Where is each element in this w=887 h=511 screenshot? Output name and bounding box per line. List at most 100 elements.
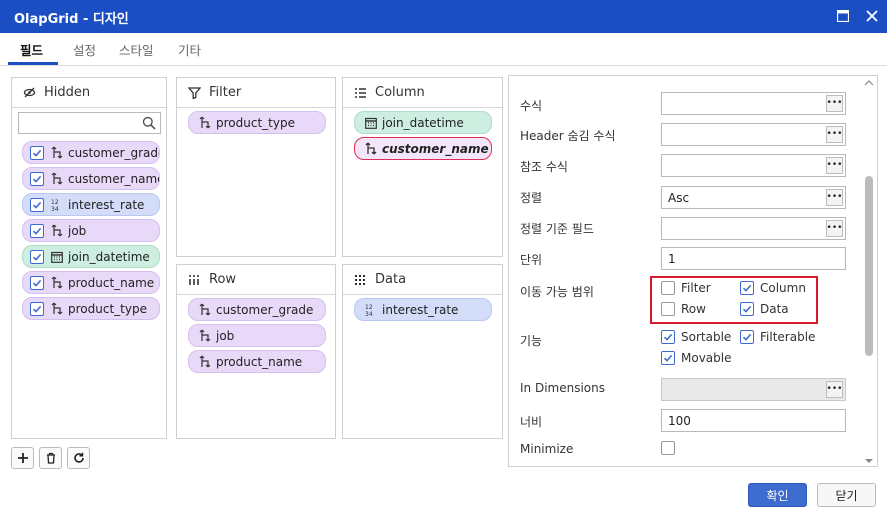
checkbox-checked-icon[interactable]	[740, 330, 754, 344]
scroll-down-icon	[865, 459, 873, 463]
hidden-item-customer-grade[interactable]: customer_grade	[22, 141, 160, 164]
hierarchy-icon	[50, 172, 64, 186]
filterable-checkbox[interactable]: Filterable	[740, 330, 815, 344]
hidden-item-label: product_type	[68, 301, 147, 316]
ellipsis-button[interactable]: •••	[826, 189, 843, 206]
ref-formula-input[interactable]: •••	[661, 154, 846, 177]
row-item-product-name[interactable]: product_name	[188, 350, 326, 373]
unit-input[interactable]: 1	[661, 247, 846, 270]
hidden-item-product-name[interactable]: product_name	[22, 271, 160, 294]
checkbox-checked-icon[interactable]	[661, 330, 675, 344]
hidden-item-label: customer_name	[68, 171, 159, 186]
trash-icon	[46, 452, 55, 464]
header-hide-formula-input[interactable]: •••	[661, 123, 846, 146]
row-item-label: job	[216, 328, 235, 343]
filter-panel: Filter	[176, 77, 336, 257]
sort-field-label: 정렬 기준 필드	[520, 222, 594, 236]
ref-formula-label: 참조 수식	[520, 160, 568, 174]
hierarchy-icon	[50, 302, 64, 316]
svg-text:34: 34	[51, 206, 59, 212]
data-item-label: interest_rate	[382, 302, 459, 317]
checkbox-icon[interactable]	[30, 275, 44, 290]
checkbox-icon[interactable]	[30, 301, 44, 316]
hidden-item-label: interest_rate	[68, 197, 145, 212]
maximize-button[interactable]	[833, 6, 853, 26]
ok-button[interactable]: 확인	[748, 483, 807, 507]
minimize-label: Minimize	[520, 442, 574, 456]
row-item-customer-grade[interactable]: customer_grade	[188, 298, 326, 321]
field-search-input[interactable]	[22, 113, 140, 133]
tab-fields[interactable]: 필드	[20, 40, 43, 59]
close-dialog-button[interactable]: 닫기	[817, 483, 876, 507]
delete-field-button[interactable]	[39, 447, 62, 469]
checkbox-icon[interactable]	[30, 249, 44, 264]
tab-settings[interactable]: 설정	[73, 40, 96, 59]
hidden-item-customer-name[interactable]: customer_name	[22, 167, 160, 190]
tab-etc[interactable]: 기타	[178, 40, 201, 59]
scrollbar-thumb[interactable]	[865, 176, 873, 356]
checkbox-icon[interactable]	[30, 197, 44, 212]
hierarchy-icon	[198, 329, 212, 343]
tab-style[interactable]: 스타일	[119, 40, 154, 59]
close-button[interactable]	[862, 6, 882, 26]
in-dimensions-input: •••	[661, 378, 846, 401]
hierarchy-icon	[364, 142, 378, 156]
sort-input[interactable]: Asc •••	[661, 186, 846, 209]
hidden-item-join-datetime[interactable]: join_datetime	[22, 245, 160, 268]
sort-field-input[interactable]: •••	[661, 217, 846, 240]
minimize-checkbox[interactable]	[661, 441, 681, 455]
column-panel-title: Column	[375, 85, 425, 100]
numeric-icon: 12 34	[364, 303, 378, 317]
column-item-join-datetime[interactable]: join_datetime	[354, 111, 492, 134]
formula-input[interactable]: •••	[661, 92, 846, 115]
data-item-interest-rate[interactable]: 12 34 interest_rate	[354, 298, 492, 321]
column-panel: Column	[342, 77, 503, 257]
hidden-item-interest-rate[interactable]: 12 34 interest_rate	[22, 193, 160, 216]
ellipsis-button[interactable]: •••	[826, 126, 843, 143]
width-label: 너비	[520, 415, 543, 429]
field-search[interactable]	[18, 112, 161, 134]
ellipsis-button[interactable]: •••	[826, 157, 843, 174]
add-field-button[interactable]	[11, 447, 34, 469]
width-input[interactable]: 100	[661, 409, 846, 432]
refresh-button[interactable]	[67, 447, 90, 469]
ellipsis-button[interactable]: •••	[826, 95, 843, 112]
columns-icon	[353, 86, 367, 100]
header-hide-formula-label: Header 숨김 수식	[520, 129, 616, 143]
hidden-item-label: product_name	[68, 275, 155, 290]
scroll-up-icon	[864, 80, 874, 86]
plus-icon	[17, 453, 28, 463]
column-item-label: join_datetime	[382, 115, 464, 130]
hidden-item-product-type[interactable]: product_type	[22, 297, 160, 320]
numeric-icon: 12 34	[50, 198, 64, 212]
checkbox-icon[interactable]	[661, 441, 675, 455]
title-bar: OlapGrid - 디자인	[0, 0, 887, 33]
highlight-box	[650, 276, 818, 324]
hierarchy-icon	[198, 303, 212, 317]
row-item-job[interactable]: job	[188, 324, 326, 347]
move-range-label: 이동 가능 범위	[520, 285, 594, 299]
hierarchy-icon	[50, 224, 64, 238]
rows-icon	[187, 273, 201, 287]
row-panel-title: Row	[209, 272, 237, 287]
svg-text:12: 12	[365, 304, 373, 311]
checkbox-icon[interactable]	[30, 223, 44, 238]
checkbox-checked-icon[interactable]	[661, 351, 675, 365]
checkbox-icon[interactable]	[30, 171, 44, 186]
filter-panel-header: Filter	[177, 78, 335, 108]
column-item-customer-name[interactable]: customer_name	[354, 137, 492, 160]
hidden-item-job[interactable]: job	[22, 219, 160, 242]
active-tab-indicator	[8, 62, 58, 65]
checkbox-icon[interactable]	[30, 145, 44, 160]
ellipsis-button[interactable]: •••	[826, 220, 843, 237]
close-icon	[866, 10, 878, 22]
hidden-item-label: job	[68, 223, 87, 238]
unit-label: 단위	[520, 253, 543, 267]
filter-item-product-type[interactable]: product_type	[188, 111, 326, 134]
properties-scrollbar[interactable]	[860, 78, 876, 466]
row-item-label: product_name	[216, 354, 303, 369]
column-item-label: customer_name	[382, 141, 489, 156]
movable-checkbox[interactable]: Movable	[661, 351, 731, 365]
search-icon[interactable]	[142, 116, 156, 133]
sortable-checkbox[interactable]: Sortable	[661, 330, 731, 344]
